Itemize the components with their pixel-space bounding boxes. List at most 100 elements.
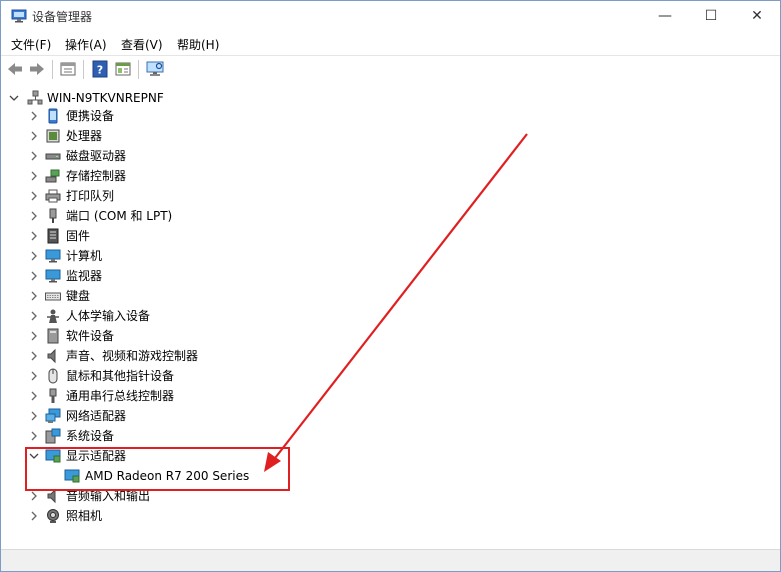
chevron-right-icon[interactable] [29,391,39,401]
view-icon[interactable] [114,60,132,78]
disk-drive-icon [45,153,61,160]
tree-item-label: 存储控制器 [66,169,127,183]
firmware-icon [47,228,59,244]
usb-icon [49,388,57,403]
maximize-button[interactable]: ☐ [688,1,734,31]
tree-item-disk-drives[interactable]: 磁盘驱动器 [1,146,301,166]
chevron-right-icon[interactable] [29,331,39,341]
chevron-right-icon[interactable] [29,231,39,241]
menu-view[interactable]: 查看(V) [121,36,163,53]
chevron-right-icon[interactable] [29,291,39,301]
network-adapter-icon [45,408,61,423]
tree-item-label: 键盘 [66,289,91,303]
chevron-right-icon[interactable] [29,431,39,441]
chevron-down-icon[interactable] [9,93,19,103]
tree-item-hid[interactable]: 人体学输入设备 [1,306,301,326]
chevron-right-icon[interactable] [29,111,39,121]
tree-item-system-devices[interactable]: 系统设备 [1,426,301,446]
properties-icon[interactable] [59,60,77,78]
tree-item-mice[interactable]: 鼠标和其他指针设备 [1,366,301,386]
monitor-scan-icon[interactable] [146,60,164,78]
chevron-right-icon[interactable] [29,511,39,521]
tree-item-storage-controllers[interactable]: 存储控制器 [1,166,301,186]
mouse-icon [48,368,58,384]
annotation-highlight-box [25,447,290,491]
title-bar: 设备管理器 — ☐ ✕ [1,1,780,31]
tree-item-label: 通用串行总线控制器 [66,389,175,403]
tree-item-label: 声音、视频和游戏控制器 [66,349,199,363]
toolbar-separator [83,60,84,79]
speaker-icon [47,348,56,364]
chevron-right-icon[interactable] [29,271,39,281]
camera-icon [47,509,59,523]
tree-item-label: 处理器 [66,129,103,143]
chevron-right-icon[interactable] [29,411,39,421]
help-icon[interactable]: ? [91,60,109,78]
menu-file[interactable]: 文件(F) [11,36,51,53]
chevron-right-icon[interactable] [29,211,39,221]
chevron-right-icon[interactable] [29,191,39,201]
tree-item-keyboards[interactable]: 键盘 [1,286,301,306]
status-bar [1,549,780,571]
tree-item-usb-controllers[interactable]: 通用串行总线控制器 [1,386,301,406]
tree-item-network-adapters[interactable]: 网络适配器 [1,406,301,426]
tree-item-label: 人体学输入设备 [66,309,151,323]
minimize-button[interactable]: — [642,1,688,31]
chevron-right-icon[interactable] [29,251,39,261]
chevron-right-icon[interactable] [29,171,39,181]
toolbar: ? [1,55,780,84]
tree-item-label: 照相机 [66,509,103,523]
software-device-icon [47,328,59,344]
tree-item-processors[interactable]: 处理器 [1,126,301,146]
computer-icon [45,249,61,263]
tree-item-label: 打印队列 [66,189,115,203]
menu-action[interactable]: 操作(A) [65,36,107,53]
back-arrow-icon[interactable] [6,60,24,78]
tree-item-monitors[interactable]: 监视器 [1,266,301,286]
tree-root[interactable]: WIN-N9TKVNREPNF [1,88,301,108]
storage-controller-icon [45,169,60,183]
portable-device-icon [48,108,58,124]
processor-icon [46,129,60,143]
tree-item-firmware[interactable]: 固件 [1,226,301,246]
device-manager-window: 设备管理器 — ☐ ✕ 文件(F) 操作(A) 查看(V) 帮助(H) ? WI… [0,0,781,572]
tree-item-label: 鼠标和其他指针设备 [66,369,175,383]
tree-item-software-devices[interactable]: 软件设备 [1,326,301,346]
computer-network-icon [27,90,43,105]
svg-text:?: ? [97,64,103,77]
tree-item-label: 系统设备 [66,429,115,443]
chevron-right-icon[interactable] [29,351,39,361]
window-title: 设备管理器 [32,10,93,24]
monitor-icon [45,269,61,283]
chevron-right-icon[interactable] [29,131,39,141]
tree-item-label: 固件 [66,229,91,243]
tree-item-print-queues[interactable]: 打印队列 [1,186,301,206]
tree-item-label: 监视器 [66,269,103,283]
tree-item-label: 便携设备 [66,109,115,123]
tree-item-computer[interactable]: 计算机 [1,246,301,266]
tree-item-ports[interactable]: 端口 (COM 和 LPT) [1,206,301,226]
tree-item-label: 软件设备 [66,329,115,343]
chevron-right-icon[interactable] [29,311,39,321]
hid-icon [47,309,59,323]
chevron-right-icon[interactable] [29,151,39,161]
toolbar-separator [138,60,139,79]
chevron-right-icon[interactable] [29,371,39,381]
port-icon [49,208,57,223]
system-device-icon [45,428,61,444]
chevron-right-icon[interactable] [29,491,39,501]
menu-help[interactable]: 帮助(H) [177,36,219,53]
device-manager-app-icon [11,9,27,23]
printer-icon [45,189,61,203]
tree-item-sound-video-game[interactable]: 声音、视频和游戏控制器 [1,346,301,366]
tree-item-portable-devices[interactable]: 便携设备 [1,106,301,126]
tree-item-label: 端口 (COM 和 LPT) [66,209,173,223]
tree-item-label: 计算机 [66,249,103,263]
keyboard-icon [45,292,61,301]
tree-root-label: WIN-N9TKVNREPNF [47,91,164,105]
close-button[interactable]: ✕ [734,1,780,31]
tree-item-cameras[interactable]: 照相机 [1,506,301,526]
forward-arrow-icon[interactable] [28,60,46,78]
tree-item-label: 网络适配器 [66,409,127,423]
menu-bar: 文件(F) 操作(A) 查看(V) 帮助(H) [1,31,780,55]
